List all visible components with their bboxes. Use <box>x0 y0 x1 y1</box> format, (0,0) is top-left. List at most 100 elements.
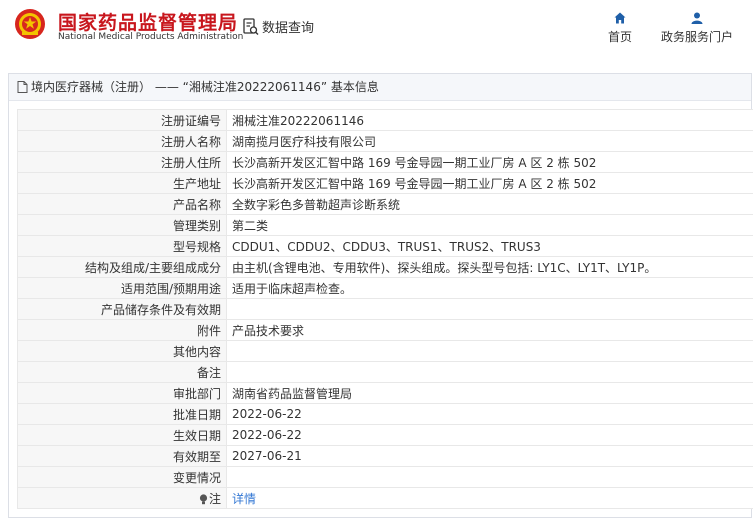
field-label: 注册人住所 <box>160 155 221 170</box>
field-label-cell: 有效期至 <box>17 445 227 467</box>
field-value-cell <box>226 361 753 383</box>
field-value: 2022-06-22 <box>232 428 302 442</box>
field-label-cell: 附件 <box>17 319 227 341</box>
document-icon <box>17 81 28 93</box>
field-value: 湖南揽月医疗科技有限公司 <box>232 134 377 149</box>
field-value-cell <box>226 298 753 320</box>
field-label-cell: 结构及组成/主要组成成分 <box>17 256 227 278</box>
field-value: 长沙高新开发区汇智中路 169 号金导园一期工业厂房 A 区 2 栋 502 <box>232 155 597 170</box>
field-label: 型号规格 <box>172 239 221 254</box>
table-row: 产品储存条件及有效期 <box>17 298 753 320</box>
field-label: 附件 <box>196 323 221 338</box>
field-value-cell <box>226 466 753 488</box>
table-row: 备注 <box>17 361 753 383</box>
table-row: 附件 产品技术要求 <box>17 319 753 341</box>
national-emblem-icon <box>15 9 45 39</box>
field-value-cell: 详情 <box>226 487 753 509</box>
field-label: 适用范围/预期用途 <box>120 281 221 296</box>
table-row: 审批部门 湖南省药品监督管理局 <box>17 382 753 404</box>
field-label: 产品储存条件及有效期 <box>100 302 221 317</box>
table-row: 注册人名称 湖南揽月医疗科技有限公司 <box>17 130 753 152</box>
nav-home-label: 首页 <box>607 30 632 44</box>
field-label-cell: 批准日期 <box>17 403 227 425</box>
field-label-cell: 生效日期 <box>17 424 227 446</box>
field-value: 2022-06-22 <box>232 407 302 421</box>
table-row: 批准日期 2022-06-22 <box>17 403 753 425</box>
data-query-link[interactable]: 数据查询 <box>243 17 314 36</box>
field-value-cell: 第二类 <box>226 214 753 236</box>
field-value-cell: 2022-06-22 <box>226 403 753 425</box>
field-label-cell: 注册人名称 <box>17 130 227 152</box>
field-value: CDDU1、CDDU2、CDDU3、TRUS1、TRUS2、TRUS3 <box>232 239 541 254</box>
field-label: 生产地址 <box>172 176 221 191</box>
field-label-cell: 其他内容 <box>17 340 227 362</box>
field-value: 产品技术要求 <box>232 323 305 338</box>
detail-table: 注册证编号 湘械注准20222061146 注册人名称 湖南揽月医疗科技有限公司 注册人… <box>17 109 753 509</box>
field-label-cell: 注 <box>17 487 227 509</box>
table-row: 结构及组成/主要组成成分 由主机(含锂电池、专用软件)、探头组成。探头型号包括: … <box>17 256 753 278</box>
table-row: 有效期至 2027-06-21 <box>17 445 753 467</box>
field-value-cell: 2027-06-21 <box>226 445 753 467</box>
field-value-cell: 适用于临床超声检查。 <box>226 277 753 299</box>
field-value-cell: 湘械注准20222061146 <box>226 109 753 131</box>
details-link[interactable]: 详情 <box>232 492 256 506</box>
field-label: 生效日期 <box>172 428 221 443</box>
table-row: 管理类别 第二类 <box>17 214 753 236</box>
field-label: 变更情况 <box>172 470 221 485</box>
table-row: 注册证编号 湘械注准20222061146 <box>17 109 753 131</box>
field-label-cell: 生产地址 <box>17 172 227 194</box>
field-value: 由主机(含锂电池、专用软件)、探头组成。探头型号包括: LY1C、LY1T、LY… <box>232 260 657 275</box>
field-value: 第二类 <box>232 218 269 233</box>
user-icon <box>691 12 703 24</box>
field-value: 湘械注准20222061146 <box>232 113 364 128</box>
field-label-cell: 适用范围/预期用途 <box>17 277 227 299</box>
field-value-cell: 长沙高新开发区汇智中路 169 号金导园一期工业厂房 A 区 2 栋 502 <box>226 172 753 194</box>
field-label-cell: 审批部门 <box>17 382 227 404</box>
site-header: 国家药品监督管理局 National Medical Products Admi… <box>0 0 753 60</box>
field-value: 湖南省药品监督管理局 <box>232 386 353 401</box>
field-value: 全数字彩色多普勒超声诊断系统 <box>232 197 401 212</box>
field-label: 备注 <box>196 365 221 380</box>
table-row: 注详情 <box>17 487 753 509</box>
panel-title: 境内医疗器械（注册） —— “湘械注准20222061146” 基本信息 <box>9 74 751 101</box>
field-value-cell: 2022-06-22 <box>226 424 753 446</box>
detail-panel: 境内医疗器械（注册） —— “湘械注准20222061146” 基本信息 注册证… <box>8 73 753 518</box>
nav-home[interactable]: 首页 <box>600 12 640 45</box>
field-label: 有效期至 <box>172 449 221 464</box>
field-label: 管理类别 <box>172 218 221 233</box>
field-label-cell: 备注 <box>17 361 227 383</box>
field-value-cell: 湖南省药品监督管理局 <box>226 382 753 404</box>
field-value-cell: 长沙高新开发区汇智中路 169 号金导园一期工业厂房 A 区 2 栋 502 <box>226 151 753 173</box>
bulb-icon <box>199 493 208 504</box>
field-value: 适用于临床超声检查。 <box>232 281 353 296</box>
table-row: 适用范围/预期用途 适用于临床超声检查。 <box>17 277 753 299</box>
nav-gov-service[interactable]: 政务服务门户 <box>652 12 742 45</box>
nav-gov-label: 政务服务门户 <box>660 30 733 44</box>
field-label: 批准日期 <box>172 407 221 422</box>
table-row: 其他内容 <box>17 340 753 362</box>
field-value-cell: 湖南揽月医疗科技有限公司 <box>226 130 753 152</box>
field-value: 2027-06-21 <box>232 449 302 463</box>
field-value-cell: 由主机(含锂电池、专用软件)、探头组成。探头型号包括: LY1C、LY1T、LY… <box>226 256 753 278</box>
table-row: 变更情况 <box>17 466 753 488</box>
field-label-cell: 产品储存条件及有效期 <box>17 298 227 320</box>
field-label: 结构及组成/主要组成成分 <box>84 260 221 275</box>
panel-title-text: 境内医疗器械（注册） —— “湘械注准20222061146” 基本信息 <box>31 80 379 94</box>
field-label-cell: 产品名称 <box>17 193 227 215</box>
field-label-cell: 管理类别 <box>17 214 227 236</box>
table-row: 注册人住所 长沙高新开发区汇智中路 169 号金导园一期工业厂房 A 区 2 栋 … <box>17 151 753 173</box>
field-value-cell: CDDU1、CDDU2、CDDU3、TRUS1、TRUS2、TRUS3 <box>226 235 753 257</box>
brand-title: 国家药品监督管理局 <box>58 12 239 34</box>
table-row: 型号规格 CDDU1、CDDU2、CDDU3、TRUS1、TRUS2、TRUS3 <box>17 235 753 257</box>
field-label: 审批部门 <box>172 386 221 401</box>
field-value-cell: 产品技术要求 <box>226 319 753 341</box>
table-row: 生产地址 长沙高新开发区汇智中路 169 号金导园一期工业厂房 A 区 2 栋 5… <box>17 172 753 194</box>
field-label-cell: 注册证编号 <box>17 109 227 131</box>
brand-subtitle: National Medical Products Administration <box>58 32 244 42</box>
field-value: 长沙高新开发区汇智中路 169 号金导园一期工业厂房 A 区 2 栋 502 <box>232 176 597 191</box>
table-row: 产品名称 全数字彩色多普勒超声诊断系统 <box>17 193 753 215</box>
field-value-cell <box>226 340 753 362</box>
field-label: 产品名称 <box>172 197 221 212</box>
field-value-cell: 全数字彩色多普勒超声诊断系统 <box>226 193 753 215</box>
home-icon <box>614 12 626 24</box>
